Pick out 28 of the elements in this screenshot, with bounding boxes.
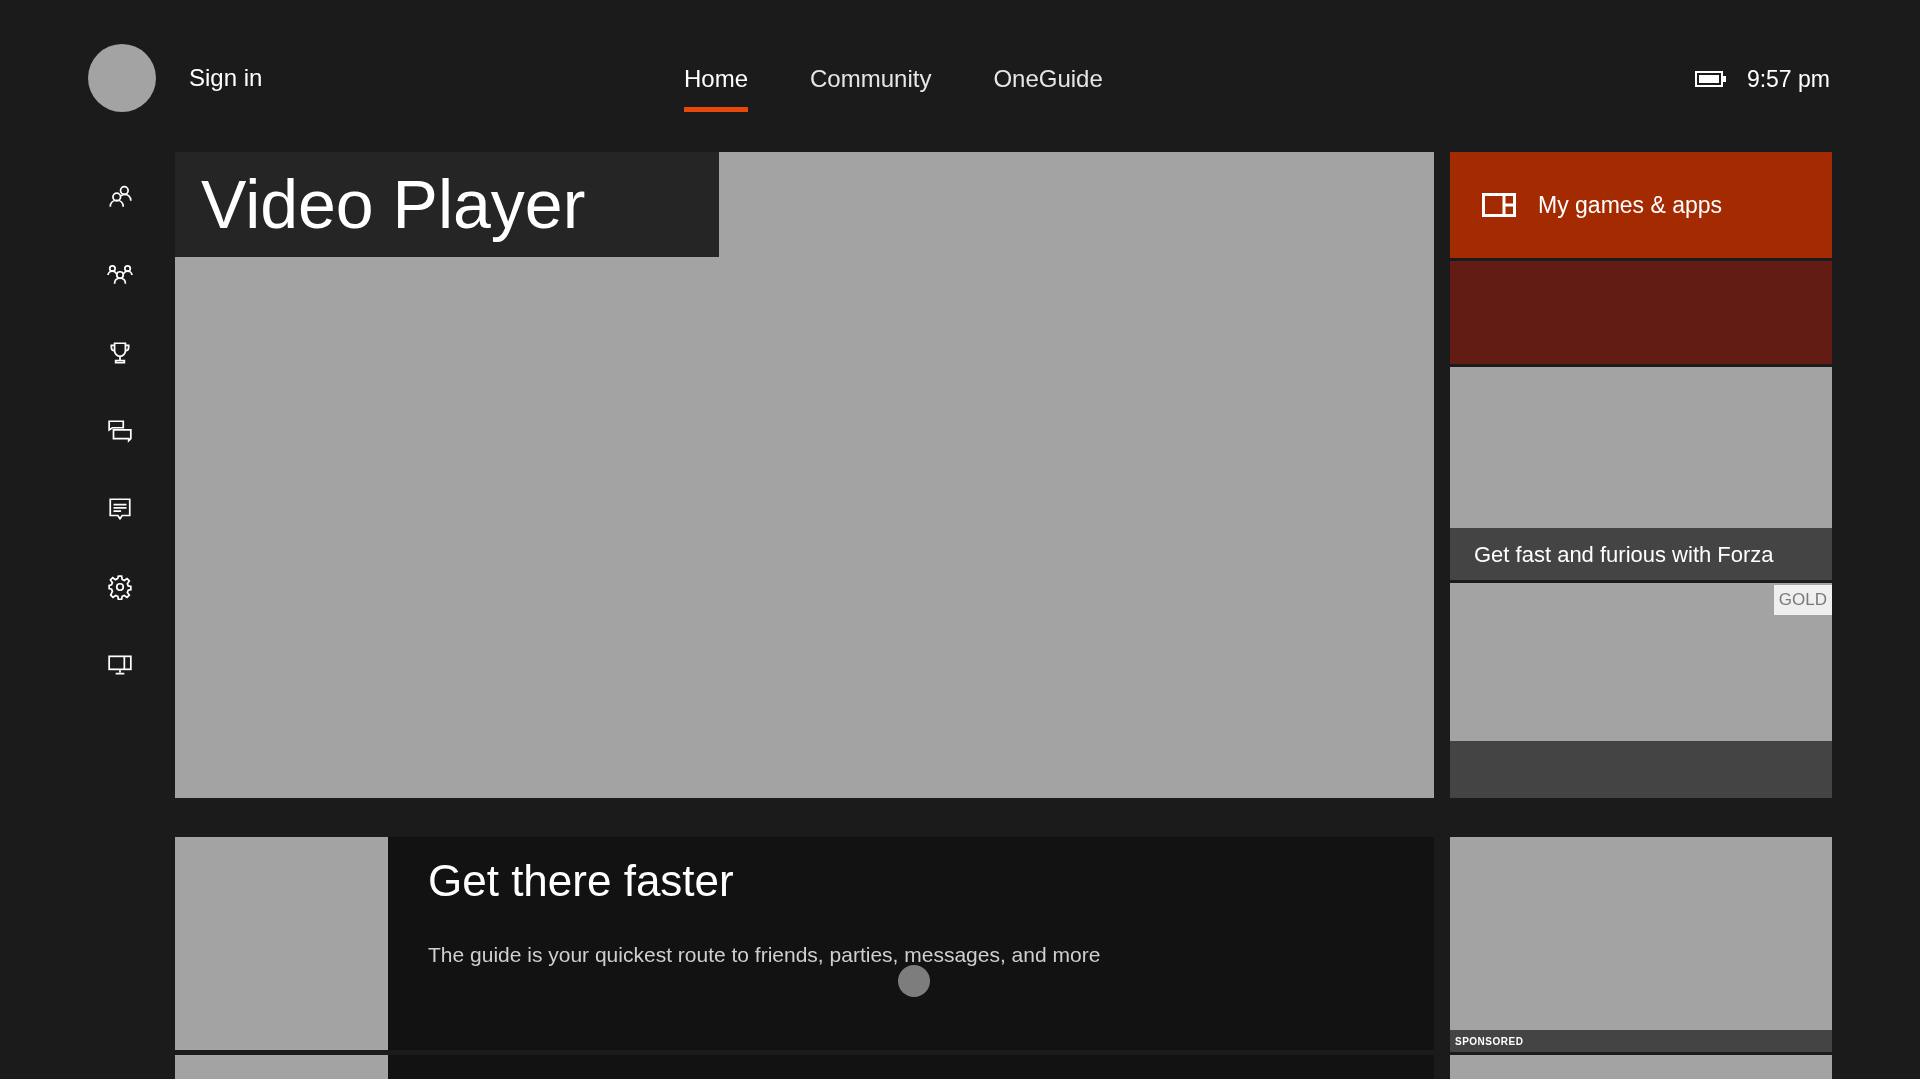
promo-tile[interactable]: Get fast and furious with Forza <box>1450 367 1832 580</box>
battery-icon <box>1694 70 1727 89</box>
tile[interactable] <box>1450 261 1832 364</box>
tile-label: My games & apps <box>1538 190 1723 220</box>
my-games-apps-tile[interactable]: My games & apps <box>1450 152 1832 258</box>
sponsored-tile[interactable]: SPONSORED <box>1450 837 1832 1052</box>
tile-title: Video Player <box>175 152 719 257</box>
video-player-tile[interactable]: Video Player <box>175 152 1434 798</box>
nav-tab[interactable]: Community <box>810 61 932 112</box>
membership-tile[interactable]: GOLD <box>1450 583 1832 741</box>
message-icon[interactable] <box>106 496 133 522</box>
people-icon[interactable] <box>106 184 133 210</box>
clock-time: 9:57 pm <box>1746 65 1830 94</box>
guide-panel[interactable]: Get there faster The guide is your quickest route to friends, parties, messages, and more <box>388 837 1434 1050</box>
sign-in-link[interactable]: Sign in <box>189 60 263 96</box>
promo-caption: Get fast and furious with Forza <box>1474 540 1774 569</box>
tile[interactable] <box>175 837 388 1050</box>
guide-description: The guide is your quickest route to friends, parties, messages, and more <box>428 942 1101 968</box>
nav-tab[interactable]: OneGuide <box>993 61 1103 112</box>
chat-icon[interactable] <box>106 418 133 444</box>
guide-heading: Get there faster <box>428 855 734 907</box>
tile[interactable] <box>1450 741 1832 798</box>
grid-icon <box>1482 193 1516 217</box>
sponsored-label: SPONSORED <box>1455 1034 1524 1049</box>
nav-tab[interactable]: Home <box>684 61 749 112</box>
monitor-icon[interactable] <box>106 652 133 678</box>
membership-badge: GOLD <box>1773 585 1832 615</box>
settings-icon[interactable] <box>106 574 133 600</box>
